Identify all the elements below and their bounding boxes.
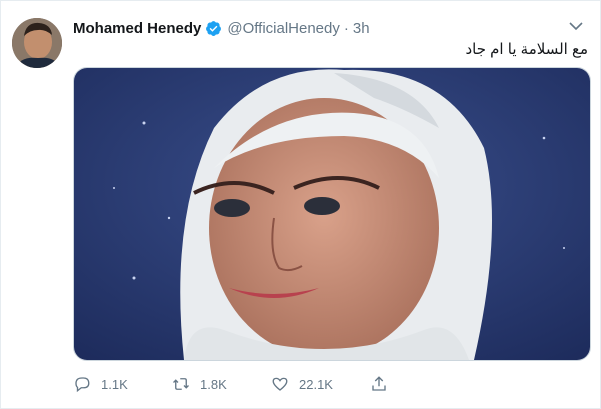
- caret-down-icon[interactable]: [568, 18, 584, 34]
- tweet-actions: 1.1K 1.8K 22.1K: [73, 372, 469, 396]
- separator: ·: [343, 19, 349, 37]
- retweet-icon: [173, 378, 189, 390]
- tweet-photo[interactable]: [73, 67, 591, 361]
- reply-count: 1.1K: [101, 376, 128, 392]
- retweet-button[interactable]: 1.8K: [172, 375, 271, 393]
- avatar[interactable]: [12, 18, 62, 68]
- like-count: 22.1K: [299, 376, 333, 392]
- author-name[interactable]: Mohamed Henedy: [73, 20, 201, 37]
- like-button[interactable]: 22.1K: [271, 375, 370, 393]
- verified-badge-icon: [206, 20, 222, 36]
- share-button[interactable]: [370, 375, 469, 393]
- tweet-header: Mohamed Henedy @OfficialHenedy · 3h: [73, 18, 370, 38]
- reply-icon: [75, 377, 90, 393]
- author-handle[interactable]: @OfficialHenedy: [227, 20, 340, 37]
- tweet-text: مع السلامة يا ام جاد: [465, 41, 588, 58]
- reply-button[interactable]: 1.1K: [73, 375, 172, 393]
- tweet-card[interactable]: Mohamed Henedy @OfficialHenedy · 3h مع ا…: [0, 0, 601, 409]
- like-icon: [272, 377, 288, 391]
- timestamp[interactable]: 3h: [353, 20, 370, 37]
- retweet-count: 1.8K: [200, 376, 227, 392]
- share-icon: [372, 376, 386, 391]
